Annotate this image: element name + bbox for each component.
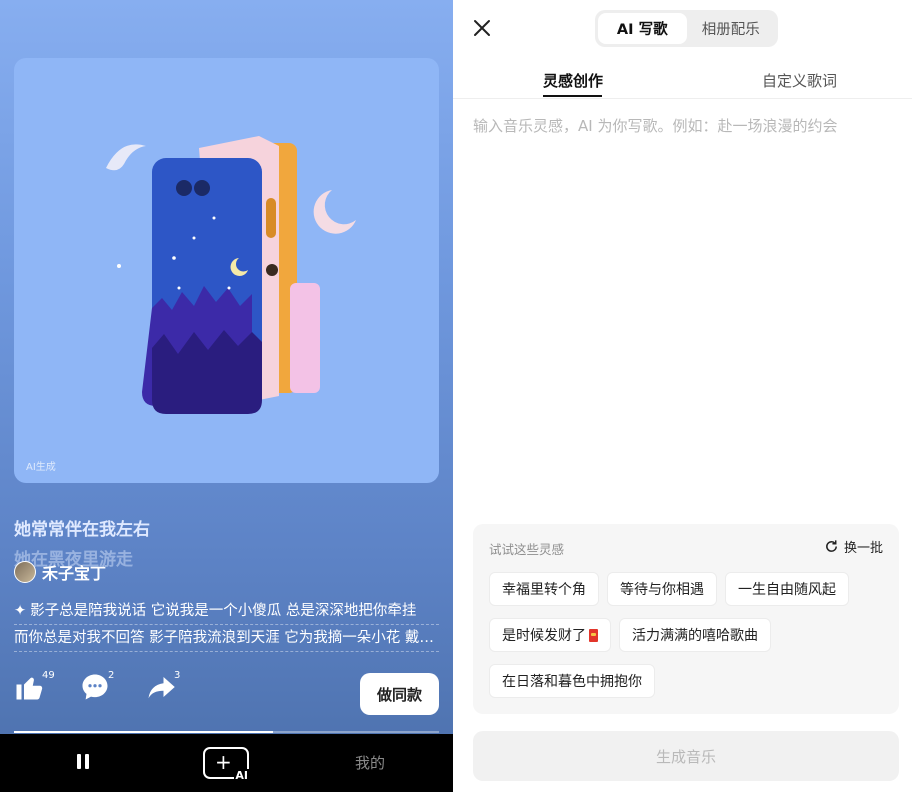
description-text-1: 影子总是陪我说话 它说我是一个小傻瓜 总是深深地把你牵挂 (30, 603, 417, 619)
tab-custom-lyrics[interactable]: 自定义歌词 (762, 70, 837, 91)
progress-fill (14, 731, 274, 733)
plus-icon: + (215, 750, 232, 774)
album-cover[interactable]: AI生成 (14, 58, 439, 483)
share-button[interactable]: 3 (146, 670, 186, 712)
chip-2[interactable]: 等待与你相遇 (607, 572, 717, 606)
chip-4[interactable]: 是时候发财了 (489, 618, 611, 652)
share-icon (148, 677, 175, 699)
author-name[interactable]: 禾子宝丁 (42, 560, 106, 584)
description-line-2: 而你总是对我不回答 影子陪我流浪到天涯 它为我摘一朵小花 戴… (14, 625, 439, 652)
likes-count: 49 (42, 670, 55, 681)
inspiration-title: 试试这些灵感 (489, 542, 565, 557)
segment-album-music[interactable]: 相册配乐 (687, 13, 776, 44)
comments-count: 2 (108, 670, 115, 681)
nav-item-mine[interactable]: 我的 (355, 752, 385, 773)
create-ai-button[interactable]: + AI (203, 747, 249, 782)
refresh-icon (826, 540, 837, 552)
cover-illustration (106, 136, 356, 414)
comment-button[interactable]: 2 (80, 670, 120, 712)
avatar[interactable] (14, 561, 36, 583)
song-description[interactable]: ✦ 影子总是陪我说话 它说我是一个小傻瓜 总是深深地把你牵挂 而你总是对我不回答 … (14, 598, 439, 652)
description-line-1: ✦ 影子总是陪我说话 它说我是一个小傻瓜 总是深深地把你牵挂 (14, 598, 439, 625)
tab-inspiration[interactable]: 灵感创作 (543, 70, 603, 91)
mode-switch: AI 写歌 相册配乐 (595, 10, 778, 47)
tab-underline (543, 95, 602, 97)
current-lyric: 她常常伴在我左右 (14, 520, 150, 540)
chip-6[interactable]: 在日落和暮色中拥抱你 (489, 664, 655, 698)
chip-4-label: 是时候发财了 (502, 628, 586, 644)
inspiration-panel: 试试这些灵感 换一批 幸福里转个角 等待与你相遇 一生自由随风起 是时候发财了 … (473, 524, 899, 714)
ai-label: AI (234, 769, 249, 782)
like-button[interactable]: 49 (14, 670, 55, 712)
composer-panel: AI 写歌 相册配乐 灵感创作 自定义歌词 试试这些灵感 换一批 幸福里转个角 … (453, 0, 912, 792)
generate-button[interactable]: 生成音乐 (473, 731, 899, 781)
chip-list: 幸福里转个角 等待与你相遇 一生自由随风起 是时候发财了 活力满满的嘻哈歌曲 在… (489, 572, 889, 698)
refresh-label: 换一批 (843, 541, 883, 556)
thumbs-up-icon (16, 677, 43, 700)
divider (453, 98, 912, 99)
progress-bar[interactable] (14, 731, 439, 733)
action-bar: 49 2 3 (14, 670, 186, 712)
chip-5[interactable]: 活力满满的嘻哈歌曲 (619, 618, 771, 652)
pause-icon[interactable] (77, 754, 89, 769)
segment-ai-write[interactable]: AI 写歌 (598, 13, 687, 44)
tab-bar: 灵感创作 自定义歌词 (453, 66, 912, 100)
comment-icon (82, 674, 108, 700)
cover-watermark: AI生成 (26, 462, 56, 473)
red-envelope-icon (589, 628, 598, 642)
refresh-button[interactable]: 换一批 (824, 537, 883, 556)
author-row[interactable]: 禾子宝丁 (14, 560, 106, 584)
close-icon[interactable] (471, 17, 493, 39)
player-panel: AI生成 她常常伴在我左右 她在黑夜里游走 禾子宝丁 ✦ 影子总是陪我说话 它说我… (0, 0, 453, 792)
sparkle-icon: ✦ (14, 603, 27, 619)
bottom-nav: + AI 我的 (0, 734, 453, 792)
make-same-button[interactable]: 做同款 (360, 673, 439, 715)
prompt-input[interactable] (473, 115, 893, 495)
chip-1[interactable]: 幸福里转个角 (489, 572, 599, 606)
shares-count: 3 (174, 670, 181, 681)
chip-3[interactable]: 一生自由随风起 (725, 572, 849, 606)
